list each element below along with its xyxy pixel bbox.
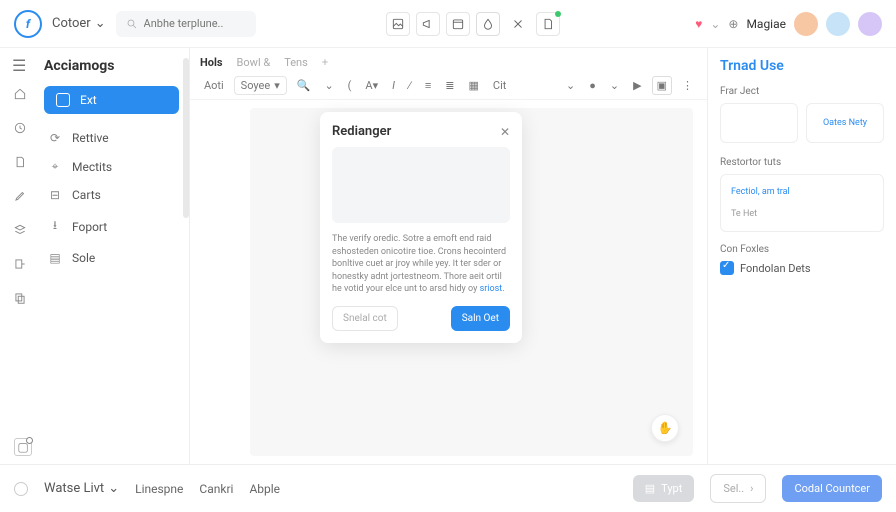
footer-link[interactable]: Cankri <box>199 482 233 496</box>
chevron-down-icon[interactable]: ⌄ <box>562 77 579 94</box>
footer-link[interactable]: Abple <box>249 482 280 496</box>
search-input[interactable] <box>116 11 256 37</box>
pen-icon[interactable] <box>12 188 28 204</box>
list-icon[interactable]: ≣ <box>441 77 458 94</box>
chevron-down-icon[interactable]: ⌄ <box>320 77 337 94</box>
notification-icon[interactable]: ▢ <box>14 438 32 456</box>
tool-label: Aoti <box>200 77 228 94</box>
sidebar-item[interactable]: ⌖Mectits <box>44 152 179 181</box>
exit-icon[interactable] <box>12 256 28 272</box>
modal-body: The verify oredic. Sotre a emoft end rai… <box>332 233 510 296</box>
clock-icon[interactable] <box>12 120 28 136</box>
section-label: Con Foxles <box>720 244 884 255</box>
chevron-down-icon[interactable]: ⌄ <box>710 17 720 31</box>
sidebar-item[interactable]: ▤Sole <box>44 244 179 272</box>
modal-preview <box>332 147 510 223</box>
announce-icon[interactable] <box>416 12 440 36</box>
select-button[interactable]: Sel..› <box>710 474 766 503</box>
drop-icon[interactable] <box>476 12 500 36</box>
sidebar-item[interactable]: ⊟Carts <box>44 181 179 209</box>
chevron-down-icon[interactable]: ⌄ <box>606 77 623 94</box>
modal-title: Redianger <box>332 124 391 139</box>
avatar[interactable] <box>858 12 882 36</box>
avatar[interactable] <box>794 12 818 36</box>
image-icon[interactable]: ▣ <box>652 76 672 95</box>
workspace-dropdown[interactable]: Cotoer⌄ <box>52 16 106 31</box>
modal-link[interactable]: sriost <box>480 284 503 294</box>
paren-icon[interactable]: ( <box>344 77 356 94</box>
align-icon[interactable]: ≡ <box>421 77 435 94</box>
record-icon[interactable] <box>14 482 28 496</box>
archive-icon: ▤ <box>48 251 62 265</box>
strike-icon[interactable]: ∕ <box>405 77 415 94</box>
cancel-button[interactable]: Snelal cot <box>332 306 398 331</box>
refresh-icon: ⟳ <box>48 131 62 145</box>
image-icon[interactable] <box>386 12 410 36</box>
layers-icon[interactable] <box>12 222 28 238</box>
home-icon[interactable] <box>12 86 28 102</box>
file-icon[interactable] <box>12 154 28 170</box>
zoom-icon[interactable]: 🔍 <box>293 77 315 94</box>
sidebar-title: Acciamogs <box>44 58 179 74</box>
checkbox-icon <box>720 261 734 275</box>
add-tab-button[interactable]: + <box>322 56 328 69</box>
heart-icon[interactable]: ♥ <box>695 17 702 31</box>
cart-icon: ⊟ <box>48 188 62 202</box>
play-icon[interactable]: ▶ <box>629 77 645 94</box>
sidebar-primary-button[interactable]: Ext <box>44 86 179 114</box>
option-card[interactable] <box>720 103 798 143</box>
tag-icon: ⌖ <box>48 159 62 174</box>
download-icon: ⭳ <box>48 216 62 237</box>
hand-icon[interactable]: ✋ <box>651 414 679 442</box>
box-icon <box>56 93 70 107</box>
tab[interactable]: Tens <box>284 56 308 69</box>
option-card[interactable]: Oates Nety <box>806 103 884 143</box>
tool-action[interactable]: Cit <box>489 77 510 94</box>
modal: Redianger ✕ The verify oredic. Sotre a e… <box>320 112 522 343</box>
search-icon <box>126 17 138 31</box>
italic-icon[interactable]: I <box>388 77 399 94</box>
menu-icon[interactable]: ☰ <box>12 56 26 75</box>
canvas[interactable]: Redianger ✕ The verify oredic. Sotre a e… <box>250 108 693 456</box>
text-color-icon[interactable]: A▾ <box>361 77 382 94</box>
avatar[interactable] <box>826 12 850 36</box>
scrollbar[interactable] <box>183 58 189 218</box>
dot-icon[interactable]: ● <box>585 77 600 94</box>
tab[interactable]: Bowl & <box>237 56 271 69</box>
username: Magiae <box>746 17 786 31</box>
close-icon[interactable]: ✕ <box>500 125 510 139</box>
panel-title: Trnad Use <box>720 58 884 74</box>
font-select[interactable]: Soyee▾ <box>234 76 287 95</box>
chevron-down-icon: ⌄ <box>95 16 106 31</box>
sidebar-item[interactable]: ⭳Foport <box>44 209 179 244</box>
copy-icon[interactable] <box>12 290 28 306</box>
primary-action-button[interactable]: Codal Countcer <box>782 475 882 502</box>
more-icon[interactable]: ⋮ <box>678 77 697 94</box>
logo[interactable]: f <box>14 10 42 38</box>
globe-icon[interactable]: ⊕ <box>728 17 738 31</box>
document-icon[interactable] <box>536 12 560 36</box>
tab[interactable]: Hols <box>200 56 223 69</box>
section-label: Restortor tuts <box>720 157 884 168</box>
status-dropdown[interactable]: Watse Livt⌄ <box>44 481 119 496</box>
sidebar-item[interactable]: ⟳Rettive <box>44 124 179 152</box>
grid-icon[interactable]: ▦ <box>465 77 483 94</box>
confirm-button[interactable]: Saln Oet <box>451 306 510 331</box>
checkbox-row[interactable]: Fondolan Dets <box>720 261 884 275</box>
section-label: Frar Ject <box>720 86 884 97</box>
type-button[interactable]: ▤Typt <box>633 475 695 502</box>
footer-link[interactable]: Linespne <box>135 482 183 496</box>
list-item[interactable]: Te Het <box>721 203 883 225</box>
list-item[interactable]: Fectiol, am tral <box>721 181 883 203</box>
calendar-icon[interactable] <box>446 12 470 36</box>
close-icon[interactable] <box>506 12 530 36</box>
